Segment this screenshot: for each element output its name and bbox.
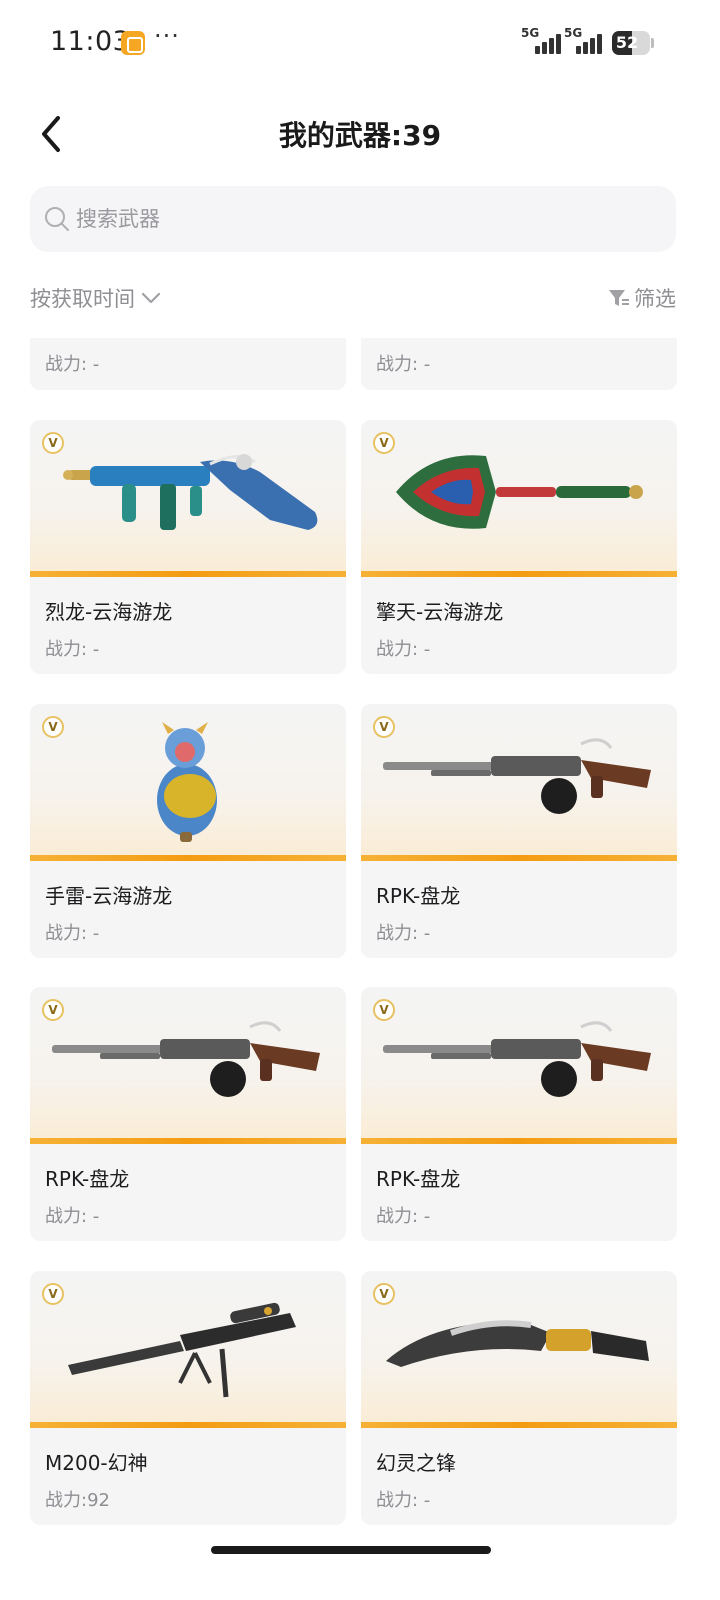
weapon-image: V xyxy=(361,704,677,861)
vip-badge: V xyxy=(42,432,64,454)
home-indicator[interactable] xyxy=(211,1546,491,1554)
more-notifications-icon: ··· xyxy=(154,22,180,50)
weapon-power: 战力: - xyxy=(376,354,431,375)
vip-badge: V xyxy=(42,999,64,1021)
network-type-label: 5G xyxy=(521,26,540,40)
weapon-power: 战力: - xyxy=(376,1206,431,1227)
weapon-name: RPK-盘龙 xyxy=(376,884,461,908)
sort-label: 按获取时间 xyxy=(30,287,135,311)
sort-dropdown[interactable]: 按获取时间 xyxy=(30,280,161,316)
weapon-card[interactable]: V 手雷-云海游龙 战力: - xyxy=(30,704,346,958)
weapon-card[interactable]: V M200-幻神 战力:92 xyxy=(30,1271,346,1525)
weapon-image: V xyxy=(361,420,677,577)
weapon-card[interactable]: V RPK-盘龙 战力: - xyxy=(361,704,677,958)
battery-icon: 52 xyxy=(612,31,654,55)
weapon-power: 战力: - xyxy=(45,639,100,660)
signal-icon: 5G xyxy=(564,26,606,56)
weapon-power: 战力: - xyxy=(45,354,100,375)
vip-badge: V xyxy=(373,999,395,1021)
weapon-name: 手雷-云海游龙 xyxy=(45,884,173,908)
weapon-power: 战力: - xyxy=(45,923,100,944)
signal-icon: 5G xyxy=(521,26,563,56)
weapon-power: 战力: - xyxy=(376,1490,431,1511)
vip-badge: V xyxy=(373,716,395,738)
weapon-name: RPK-盘龙 xyxy=(376,1167,461,1191)
rpk-rifle-icon xyxy=(383,738,651,814)
chevron-down-icon xyxy=(141,292,161,304)
weapon-name: 烈龙-云海游龙 xyxy=(45,600,173,624)
weapon-card[interactable]: V RPK-盘龙 战力: - xyxy=(361,987,677,1241)
status-time: 11:03 xyxy=(50,26,131,57)
page-header: 我的武器:39 xyxy=(0,100,720,170)
weapon-image: V xyxy=(30,987,346,1144)
weapon-image: V xyxy=(361,1271,677,1428)
search-bar[interactable] xyxy=(30,186,676,252)
filter-icon xyxy=(609,290,629,306)
vip-badge: V xyxy=(373,1283,395,1305)
vip-badge: V xyxy=(373,432,395,454)
weapon-name: 幻灵之锋 xyxy=(376,1451,456,1475)
sniper-rifle-icon xyxy=(68,1302,296,1398)
rpk-rifle-icon xyxy=(383,1021,651,1097)
battery-level: 52 xyxy=(615,33,639,52)
dragon-grenade-icon xyxy=(157,722,217,842)
weapon-image: V xyxy=(361,987,677,1144)
weapon-grid[interactable]: 战力: - 战力: - V 烈龙-云海游龙 战力: - V 擎天-云海游龙 战力… xyxy=(0,338,720,1538)
weapon-card[interactable]: 战力: - xyxy=(30,338,346,390)
weapon-image: V xyxy=(30,704,346,861)
sort-filter-bar: 按获取时间 筛选 xyxy=(30,280,676,316)
weapon-power: 战力: - xyxy=(376,639,431,660)
network-type-label: 5G xyxy=(564,26,583,40)
page-title: 我的武器:39 xyxy=(278,119,442,152)
weapon-power: 战力:92 xyxy=(45,1490,110,1511)
weapon-card[interactable]: 战力: - xyxy=(361,338,677,390)
rpk-rifle-icon xyxy=(52,1021,320,1097)
search-input[interactable] xyxy=(76,186,656,252)
vip-badge: V xyxy=(42,1283,64,1305)
search-icon xyxy=(45,207,69,231)
weapon-card[interactable]: V 擎天-云海游龙 战力: - xyxy=(361,420,677,674)
status-bar: 11:03 ··· 5G 5G 52 xyxy=(0,0,720,86)
weapon-name: RPK-盘龙 xyxy=(45,1167,130,1191)
vip-badge: V xyxy=(42,716,64,738)
weapon-image: V xyxy=(30,420,346,577)
kukri-knife-icon xyxy=(386,1320,649,1367)
app-notification-icon xyxy=(121,31,145,55)
weapon-power: 战力: - xyxy=(45,1206,100,1227)
dragon-shovel-icon xyxy=(396,455,643,529)
filter-label: 筛选 xyxy=(634,287,676,311)
weapon-card[interactable]: V RPK-盘龙 战力: - xyxy=(30,987,346,1241)
weapon-card[interactable]: V 幻灵之锋 战力: - xyxy=(361,1271,677,1525)
weapon-name: M200-幻神 xyxy=(45,1451,148,1475)
weapon-power: 战力: - xyxy=(376,923,431,944)
filter-button[interactable]: 筛选 xyxy=(608,280,676,316)
weapon-card[interactable]: V 烈龙-云海游龙 战力: - xyxy=(30,420,346,674)
tommy-gun-dragon-icon xyxy=(63,454,318,530)
weapon-image: V xyxy=(30,1271,346,1428)
weapon-name: 擎天-云海游龙 xyxy=(376,600,504,624)
